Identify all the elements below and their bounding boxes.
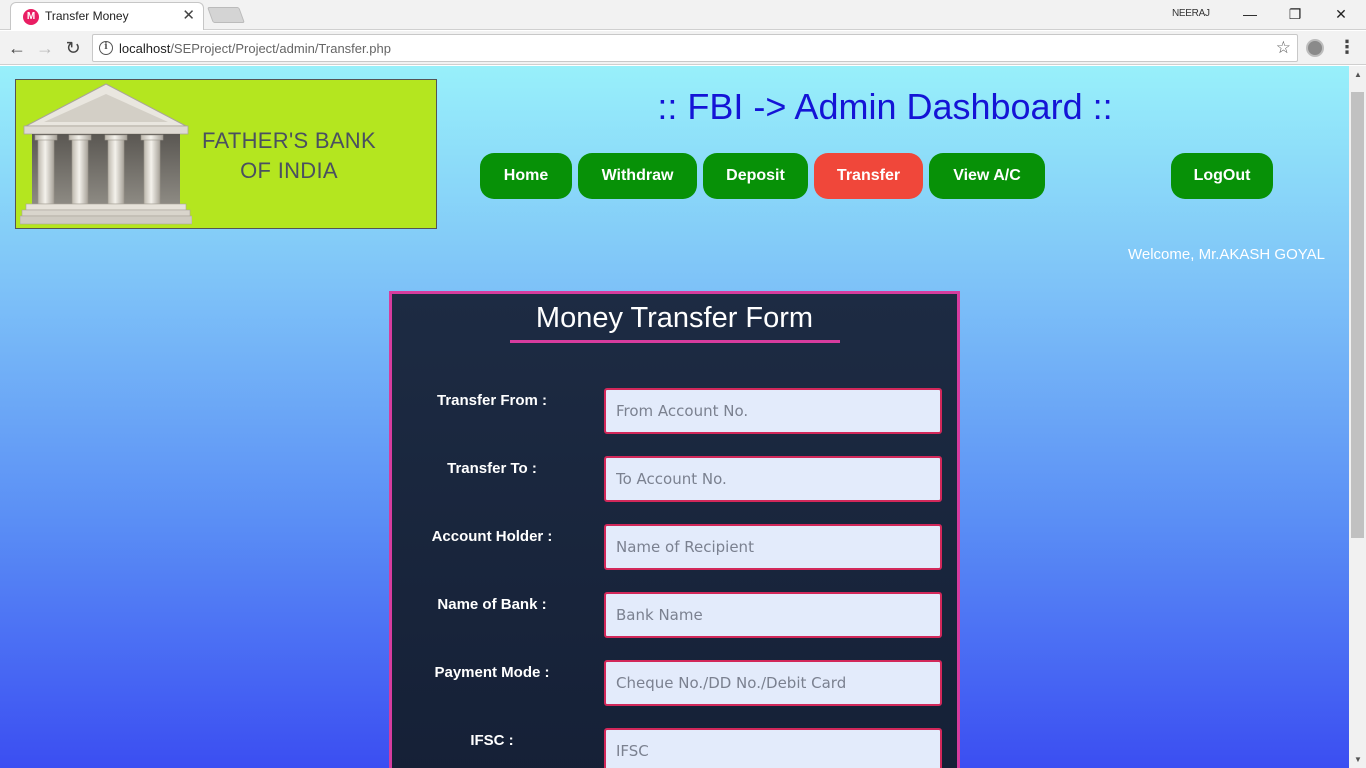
- close-window-icon[interactable]: ✕: [1318, 0, 1364, 30]
- logo-text-line1: FATHER'S BANK: [202, 128, 376, 153]
- url-text[interactable]: localhost/SEProject/Project/admin/Transf…: [119, 41, 391, 56]
- account-holder-label: Account Holder :: [431, 528, 553, 545]
- browser-tab[interactable]: M Transfer Money ✕: [10, 2, 204, 30]
- reload-icon[interactable]: ↻: [60, 35, 86, 61]
- payment-mode-label: Payment Mode :: [434, 664, 550, 681]
- nav-deposit-button[interactable]: Deposit: [703, 153, 808, 199]
- browser-menu-icon[interactable]: ⋮: [1338, 36, 1356, 58]
- browser-titlebar: M Transfer Money ✕ NEERAJ — ❐ ✕: [0, 0, 1366, 30]
- bookmark-star-icon[interactable]: ☆: [1276, 38, 1291, 58]
- minimize-icon[interactable]: —: [1227, 0, 1273, 30]
- page-title: :: FBI -> Admin Dashboard ::: [657, 86, 1113, 127]
- scroll-up-icon[interactable]: ▲: [1354, 70, 1362, 79]
- info-icon[interactable]: i: [99, 41, 113, 55]
- form-title-underline: [510, 340, 840, 343]
- profile-name[interactable]: NEERAJ: [1172, 8, 1210, 19]
- transfer-from-input[interactable]: [604, 388, 942, 434]
- page-scrollbar[interactable]: ▲ ▼: [1349, 66, 1366, 768]
- form-title: Money Transfer Form: [535, 302, 814, 334]
- nav-transfer-button[interactable]: Transfer: [814, 153, 923, 199]
- transfer-to-input[interactable]: [604, 456, 942, 502]
- ifsc-input[interactable]: [604, 728, 942, 768]
- ifsc-label: IFSC :: [470, 732, 514, 749]
- scrollbar-thumb[interactable]: [1351, 92, 1364, 538]
- new-tab-button[interactable]: [207, 7, 245, 23]
- scroll-down-icon[interactable]: ▼: [1354, 755, 1362, 764]
- forward-arrow-icon[interactable]: →: [32, 35, 58, 61]
- restore-icon[interactable]: ❐: [1272, 0, 1318, 30]
- favicon-icon: M: [23, 9, 39, 25]
- address-bar[interactable]: i localhost/SEProject/Project/admin/Tran…: [92, 34, 1298, 62]
- money-transfer-form: Money Transfer Form Transfer From : Tran…: [389, 291, 960, 768]
- bank-name-input[interactable]: [604, 592, 942, 638]
- nav-withdraw-button[interactable]: Withdraw: [578, 153, 697, 199]
- transfer-to-label: Transfer To :: [447, 460, 537, 477]
- transfer-from-label: Transfer From :: [436, 392, 548, 409]
- close-tab-icon[interactable]: ✕: [182, 6, 195, 26]
- account-holder-input[interactable]: [604, 524, 942, 570]
- back-arrow-icon[interactable]: ←: [4, 35, 30, 61]
- bank-name-label: Name of Bank :: [437, 596, 547, 613]
- nav-home-button[interactable]: Home: [480, 153, 572, 199]
- nav-view-ac-button[interactable]: View A/C: [929, 153, 1045, 199]
- payment-mode-input[interactable]: [604, 660, 942, 706]
- welcome-message: Welcome, Mr.AKASH GOYAL: [1128, 246, 1325, 263]
- logo-text-line2: OF INDIA: [240, 158, 338, 183]
- extension-icon[interactable]: [1306, 39, 1324, 57]
- browser-toolbar: ← → ↻ i localhost/SEProject/Project/admi…: [0, 31, 1366, 65]
- tab-title: Transfer Money: [45, 9, 129, 23]
- logout-button[interactable]: LogOut: [1171, 153, 1273, 199]
- bank-building-icon: [20, 83, 192, 225]
- bank-logo: FATHER'S BANK OF INDIA: [15, 79, 437, 229]
- page-viewport: FATHER'S BANK OF INDIA :: FBI -> Admin D…: [0, 66, 1349, 768]
